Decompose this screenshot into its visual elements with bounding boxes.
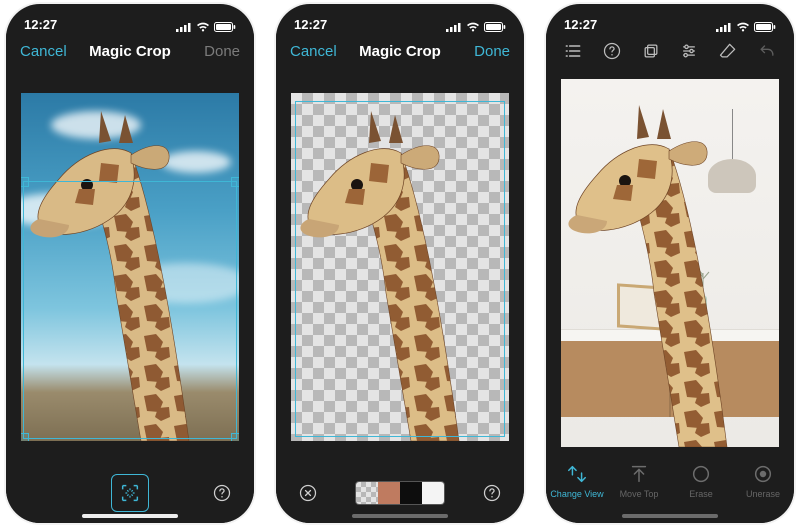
erase-icon [688,461,714,487]
phone-screen-1: 12:27 Cancel Magic Crop Done [6,4,254,523]
help-icon [212,483,232,503]
help-button[interactable] [204,475,240,511]
move-top-icon [626,461,652,487]
change-view-label: Change View [550,489,603,499]
erase-tool[interactable]: Erase [674,461,728,499]
unerase-label: Unerase [746,489,780,499]
status-bar: 12:27 [546,4,794,32]
status-time: 12:27 [24,17,57,32]
battery-icon [484,22,506,32]
battery-icon [214,22,236,32]
status-time: 12:27 [294,17,327,32]
status-time: 12:27 [564,17,597,32]
status-indicators [176,22,236,32]
phone-screen-2: 12:27 Cancel Magic Crop Done [276,4,524,523]
crop-handle-br[interactable] [231,433,239,441]
crop-handle-tr[interactable] [231,177,239,187]
eraser-icon [718,41,738,61]
layers-button[interactable] [636,36,666,66]
status-bar: 12:27 [6,4,254,32]
swatch-white[interactable] [422,482,444,504]
image-canvas[interactable] [291,93,509,441]
crop-handle-bl[interactable] [21,433,29,441]
swatch-black[interactable] [400,482,422,504]
undo-button[interactable] [752,36,782,66]
nav-bar: Cancel Magic Crop Done [276,32,524,70]
swatch-transparent[interactable] [356,482,378,504]
vase-deco [691,283,707,329]
nav-title: Magic Crop [89,43,171,60]
unerase-icon [750,461,776,487]
signal-icon [716,22,732,32]
close-circle-icon [298,483,318,503]
cloud-deco [161,151,231,173]
crop-handle-tl[interactable] [21,177,29,187]
magic-crop-sparkle-icon [119,482,141,504]
sliders-icon [679,41,699,61]
signal-icon [446,22,462,32]
status-indicators [716,22,776,32]
cancel-button[interactable]: Cancel [290,43,342,60]
pendant-lamp-deco [707,109,757,219]
change-view-tool[interactable]: Change View [550,461,604,499]
crop-selection-frame[interactable] [23,181,237,439]
bottom-labeled-toolbar: Change View Move Top Erase Unerase [546,455,794,523]
background-swatch-group [355,481,445,505]
battery-icon [754,22,776,32]
cancel-button[interactable]: Cancel [20,43,72,60]
home-indicator[interactable] [352,514,448,518]
unerase-tool[interactable]: Unerase [736,461,790,499]
nav-title: Magic Crop [359,43,441,60]
wifi-icon [736,22,750,32]
swatch-tan[interactable] [378,482,400,504]
undo-icon [757,41,777,61]
move-top-tool[interactable]: Move Top [612,461,666,499]
help-button[interactable] [474,475,510,511]
home-indicator[interactable] [82,514,178,518]
crop-selection-frame[interactable] [295,101,505,437]
editor-canvas-area [276,70,524,463]
top-tool-row [546,32,794,70]
help-button[interactable] [597,36,627,66]
erase-label: Erase [689,489,713,499]
status-indicators [446,22,506,32]
close-cancel-button[interactable] [290,475,326,511]
editor-canvas-area [6,70,254,463]
magic-crop-tool-button[interactable] [111,474,149,512]
change-view-icon [564,461,590,487]
room-scene-bg [561,79,779,447]
composite-canvas-area [546,70,794,455]
layers-icon [641,41,661,61]
bottom-toolbar [276,463,524,523]
erase-tool-top-button[interactable] [713,36,743,66]
signal-icon [176,22,192,32]
kitchen-counter-deco [561,329,779,417]
picture-frame-deco [617,283,665,330]
image-canvas[interactable] [21,93,239,441]
cloud-deco [51,111,141,139]
status-bar: 12:27 [276,4,524,32]
wifi-icon [466,22,480,32]
phone-screen-3: 12:27 [546,4,794,523]
bottom-toolbar [6,463,254,523]
list-button[interactable] [558,36,588,66]
wifi-icon [196,22,210,32]
done-button[interactable]: Done [458,43,510,60]
move-top-label: Move Top [620,489,659,499]
done-button[interactable]: Done [188,43,240,60]
nav-bar: Cancel Magic Crop Done [6,32,254,70]
help-icon [602,41,622,61]
help-icon [482,483,502,503]
list-icon [563,41,583,61]
composite-canvas[interactable] [561,79,779,447]
home-indicator[interactable] [622,514,718,518]
adjust-button[interactable] [674,36,704,66]
